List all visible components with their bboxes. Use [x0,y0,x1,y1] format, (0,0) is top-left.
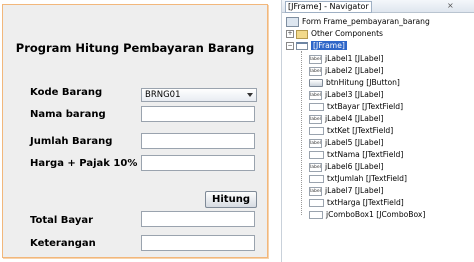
label-icon: label [309,162,322,172]
label-icon: label [309,114,322,124]
tree-item[interactable]: txtKet [JTextField] [309,125,393,136]
textfield-icon [309,175,324,183]
jframe-form-panel: Program Hitung Pembayaran Barang Kode Ba… [2,4,268,258]
other-components-label: Other Components [311,29,384,38]
tree-item[interactable]: label jLabel7 [JLabel] [309,185,384,196]
jumlah-barang-field[interactable] [141,133,255,149]
kode-barang-label: Kode Barang [30,87,103,98]
collapse-icon[interactable]: − [286,42,294,50]
tree-item-label: jLabel4 [JLabel] [325,114,384,123]
label-icon: label [309,90,322,100]
tree-item[interactable]: label jLabel5 [JLabel] [309,137,384,148]
tree-item[interactable]: btnHitung [JButton] [309,77,400,88]
form-design-canvas: Program Hitung Pembayaran Barang Kode Ba… [0,0,276,262]
navigator-panel: [JFrame] - Navigator × Form Frame_pembay… [281,0,474,262]
total-bayar-label: Total Bayar [30,215,94,226]
frame-icon [296,42,308,50]
tree-item-label: jLabel6 [JLabel] [325,162,384,171]
tree-item-label: jLabel2 [JLabel] [325,66,384,75]
jframe-label: [JFrame] [311,41,347,50]
tree-other-components[interactable]: + Other Components [286,28,383,39]
tree-item[interactable]: label jLabel4 [JLabel] [309,113,384,124]
tree-item-label: jLabel1 [JLabel] [325,54,384,63]
folder-icon [296,29,308,39]
tree-item-label: txtKet [JTextField] [327,126,394,135]
harga-pajak-field[interactable] [141,155,255,171]
total-bayar-field[interactable] [141,211,255,227]
tree-jframe[interactable]: − [JFrame] [286,40,347,51]
tree-item-label: jComboBox1 [JComboBox] [326,210,426,219]
tree-item[interactable]: txtJumlah [JTextField] [309,173,407,184]
navigator-tab[interactable]: [JFrame] - Navigator [285,1,372,13]
tree-item[interactable]: jComboBox1 [JComboBox] [309,209,425,220]
textfield-icon [309,151,324,159]
tree-root-form[interactable]: Form Frame_pembayaran_barang [286,16,430,27]
tree-item[interactable]: txtNama [JTextField] [309,149,403,160]
tree-item-label: txtNama [JTextField] [327,150,404,159]
tree-item[interactable]: label jLabel1 [JLabel] [309,53,384,64]
textfield-icon [309,127,324,135]
tree-item-label: jLabel3 [JLabel] [325,90,384,99]
keterangan-label: Keterangan [30,238,96,249]
navigator-header: [JFrame] - Navigator × [282,0,474,13]
close-icon[interactable]: × [447,1,454,11]
chevron-down-icon[interactable] [247,93,253,97]
kode-barang-combobox[interactable]: BRNG01 [141,88,257,102]
combobox-icon [309,211,323,219]
nama-barang-field[interactable] [141,106,255,122]
tree-item[interactable]: label jLabel6 [JLabel] [309,161,384,172]
button-icon [309,79,323,87]
jumlah-barang-label: Jumlah Barang [30,136,113,147]
tree-item[interactable]: label jLabel3 [JLabel] [309,89,384,100]
label-icon: label [309,186,322,196]
label-icon: label [309,66,322,76]
form-icon [286,17,299,27]
tree-item[interactable]: txtBayar [JTextField] [309,101,403,112]
hitung-button[interactable]: Hitung [205,191,257,208]
form-title: Program Hitung Pembayaran Barang [15,41,255,55]
keterangan-field[interactable] [141,235,255,251]
textfield-icon [309,103,324,111]
harga-pajak-label: Harga + Pajak 10% [30,158,138,169]
tree-item[interactable]: label jLabel2 [JLabel] [309,65,384,76]
tree-item-label: jLabel5 [JLabel] [325,138,384,147]
tree-root-label: Form Frame_pembayaran_barang [302,17,430,26]
expand-icon[interactable]: + [286,30,294,38]
combobox-selected-value: BRNG01 [145,90,181,100]
label-icon: label [309,138,322,148]
tree-item-label: txtJumlah [JTextField] [327,174,407,183]
nama-barang-label: Nama barang [30,109,106,120]
tree-item[interactable]: txtHarga [JTextField] [309,197,404,208]
textfield-icon [309,199,324,207]
tree-item-label: txtBayar [JTextField] [327,102,404,111]
tree-item-label: jLabel7 [JLabel] [325,186,384,195]
label-icon: label [309,54,322,64]
tree-item-label: txtHarga [JTextField] [327,198,404,207]
tree-item-label: btnHitung [JButton] [326,78,400,87]
